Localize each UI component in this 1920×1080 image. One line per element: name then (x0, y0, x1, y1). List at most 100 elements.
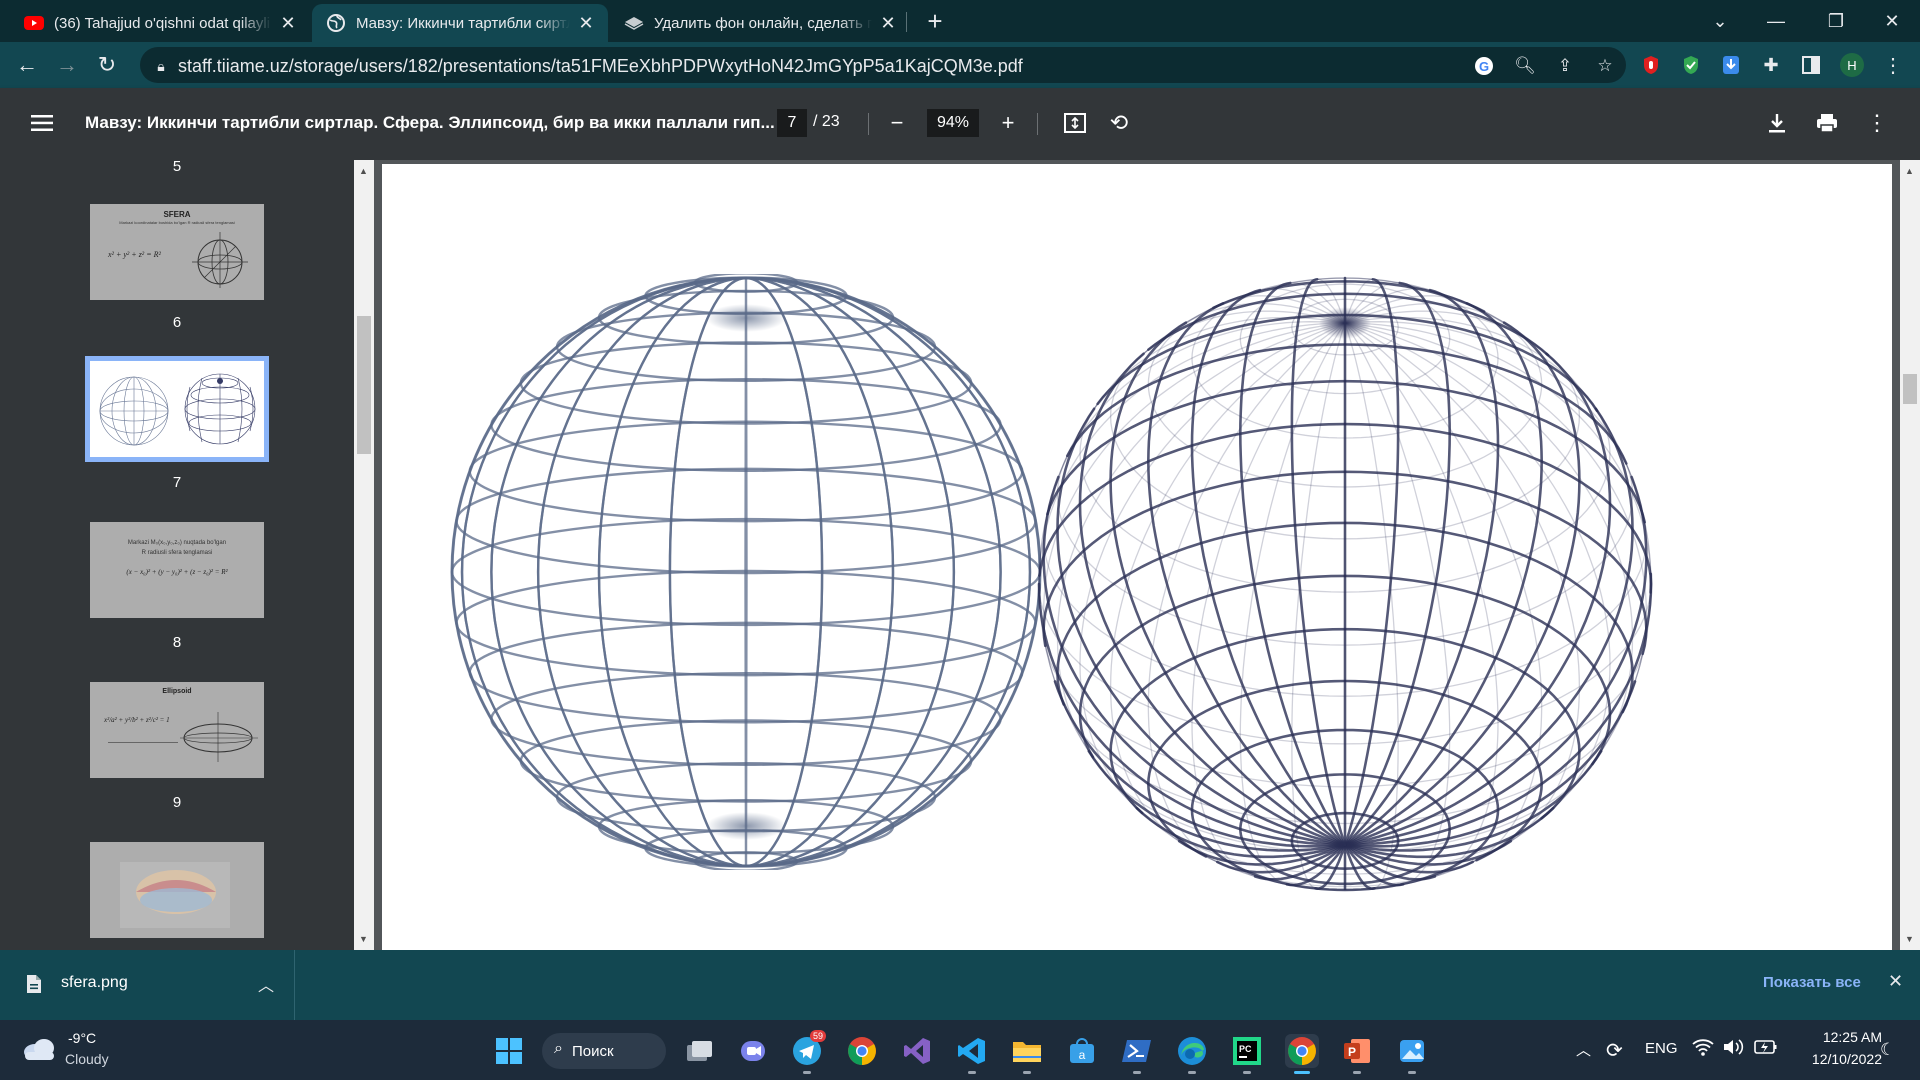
visual-studio-icon[interactable] (900, 1034, 934, 1068)
tab-pdf[interactable]: Мавзу: Иккинчи тартибли сиртла ✕ (312, 4, 608, 42)
close-tab-icon[interactable]: ✕ (280, 13, 296, 34)
close-shelf-icon[interactable]: ✕ (1888, 971, 1903, 992)
scroll-down-arrow-icon[interactable]: ▼ (359, 934, 368, 944)
pdf-viewport[interactable]: ▲ ▼ (374, 160, 1920, 950)
thumbnail-formula: (x − x₀)² + (y − y₀)² + (z − z₀)² = R² (126, 568, 228, 576)
download-extension-icon[interactable] (1720, 54, 1742, 76)
sync-icon[interactable]: ⟳ (1606, 1038, 1623, 1063)
store-icon[interactable]: a (1065, 1034, 1099, 1068)
tab-strip: (36) Tahajjud o'qishni odat qilayli ✕ Ма… (0, 0, 1920, 42)
browser-menu-icon[interactable]: ⋮ (1882, 54, 1904, 77)
thumbnail-page-10[interactable] (90, 842, 264, 938)
zoom-level-input[interactable]: 94% (927, 109, 979, 137)
thumbnail-label: 6 (172, 314, 182, 331)
input-language[interactable]: ENG (1645, 1040, 1678, 1057)
windows-start-icon[interactable] (492, 1034, 526, 1068)
page-total: / 23 (813, 113, 840, 130)
running-indicator (1408, 1071, 1416, 1074)
extensions-puzzle-icon[interactable]: ✚ (1760, 54, 1782, 76)
battery-icon[interactable] (1754, 1039, 1778, 1060)
wifi-icon[interactable] (1692, 1038, 1714, 1061)
cloud-weather-icon[interactable] (22, 1036, 56, 1067)
thumbnail-text: R radiusli sfera tenglamasi (141, 550, 213, 556)
sidebar-scrollbar[interactable]: ▲ ▼ (354, 160, 374, 950)
tab-remove-bg[interactable]: Удалить фон онлайн, сделать пр ✕ (610, 4, 910, 42)
telegram-icon[interactable]: 59 (790, 1030, 827, 1074)
pdf-more-menu-icon[interactable]: ⋮ (1862, 108, 1892, 138)
clock-date[interactable]: 12/10/2022 (1782, 1051, 1882, 1067)
teams-chat-icon[interactable] (736, 1034, 770, 1068)
globe-icon (326, 13, 346, 33)
page-scrollbar[interactable]: ▲ ▼ (1900, 160, 1920, 950)
download-icon[interactable] (1762, 108, 1792, 138)
chevron-up-icon[interactable]: ︿ (1576, 1039, 1591, 1060)
vscode-icon[interactable] (955, 1034, 989, 1074)
volume-icon[interactable] (1722, 1037, 1744, 1062)
photos-icon[interactable] (1395, 1034, 1429, 1074)
thumbnail-formula: x²/a² + y²/b² + z²/c² = 1 (104, 716, 170, 724)
page-number-input[interactable]: 7 (777, 109, 807, 137)
url-text: staff.tiiame.uz/storage/users/182/presen… (178, 56, 1023, 76)
close-tab-icon[interactable]: ✕ (880, 13, 896, 34)
active-indicator (1294, 1071, 1310, 1074)
chrome-active-icon[interactable] (1285, 1034, 1319, 1074)
lock-icon[interactable]: 🔒︎ (150, 55, 172, 77)
zoom-in-button[interactable]: + (993, 108, 1023, 138)
chrome-icon[interactable] (845, 1034, 879, 1068)
running-indicator (1243, 1071, 1251, 1074)
scroll-down-arrow-icon[interactable]: ▼ (1905, 934, 1914, 944)
thumbnail-page-7-selected[interactable] (85, 356, 269, 462)
restore-button[interactable]: ❐ (1806, 0, 1866, 42)
close-tab-icon[interactable]: ✕ (578, 13, 594, 34)
chevron-up-icon[interactable]: ︿ (258, 972, 274, 996)
edge-icon[interactable] (1175, 1034, 1209, 1074)
tab-search-chevron-icon[interactable]: ⌄ (1690, 0, 1750, 42)
print-icon[interactable] (1812, 108, 1842, 138)
new-tab-button[interactable]: + (905, 0, 965, 42)
scrollbar-thumb[interactable] (357, 316, 371, 454)
address-bar[interactable]: 🔒︎ staff.tiiame.uz/storage/users/182/pre… (140, 47, 1626, 83)
search-icon: ⌕ (554, 1040, 563, 1057)
thumbnail-text: Markazi M₀(x₀,y₀,z₀) nuqtada bo'lgan (127, 540, 227, 546)
fit-page-icon[interactable] (1060, 108, 1090, 138)
notification-moon-icon[interactable]: ☾ (1880, 1040, 1895, 1060)
thumbnail-page-9[interactable]: Ellipsoid x²/a² + y²/b² + z²/c² = 1 (90, 682, 264, 778)
scrollbar-thumb[interactable] (1903, 374, 1917, 404)
show-all-downloads-link[interactable]: Показать все (1763, 974, 1861, 991)
thumbnail-sidebar: 5 SFERA Markazi koordinatalar boshida bo… (0, 158, 354, 950)
bookmark-star-icon[interactable]: ☆ (1594, 55, 1616, 77)
forward-button[interactable]: → (52, 50, 82, 80)
adblock-extension-icon[interactable] (1640, 54, 1662, 76)
thumbnail-label: 5 (172, 158, 182, 175)
reload-button[interactable]: ↻ (92, 50, 122, 80)
thumbnail-formula: x² + y² + z² = R² (108, 250, 161, 259)
download-filename[interactable]: sfera.png (61, 974, 128, 992)
minimize-button[interactable]: — (1746, 0, 1806, 42)
sidebar-menu-icon[interactable] (27, 108, 57, 138)
scroll-up-arrow-icon[interactable]: ▲ (359, 166, 368, 176)
pycharm-icon[interactable]: PC (1230, 1034, 1264, 1074)
task-view-icon[interactable] (682, 1034, 716, 1068)
thumbnail-page-6[interactable]: SFERA Markazi koordinatalar boshida bo'l… (90, 204, 264, 300)
back-button[interactable]: ← (12, 50, 42, 80)
share-icon[interactable]: ⇪ (1554, 55, 1576, 77)
thumbnail-page-8[interactable]: Markazi M₀(x₀,y₀,z₀) nuqtada bo'lgan R r… (90, 522, 264, 618)
wireframe-sphere-left (450, 274, 1042, 870)
zoom-out-button[interactable]: − (882, 108, 912, 138)
profile-avatar[interactable]: H (1840, 53, 1864, 77)
shield-extension-icon[interactable] (1680, 54, 1702, 76)
zoom-icon[interactable]: 🔍︎ (1514, 55, 1536, 77)
tab-youtube[interactable]: (36) Tahajjud o'qishni odat qilayli ✕ (10, 4, 310, 42)
google-lens-icon[interactable]: G (1473, 55, 1495, 77)
side-panel-icon[interactable] (1800, 54, 1822, 76)
powershell-icon[interactable] (1120, 1034, 1154, 1074)
clock-time[interactable]: 12:25 AM (1782, 1029, 1882, 1045)
tab-title: Мавзу: Иккинчи тартибли сиртла (356, 14, 570, 32)
taskbar-search-box[interactable]: ⌕ Поиск (542, 1033, 666, 1069)
scroll-up-arrow-icon[interactable]: ▲ (1905, 166, 1914, 176)
close-window-button[interactable]: ✕ (1862, 0, 1920, 42)
running-indicator (968, 1071, 976, 1074)
powerpoint-icon[interactable]: P (1340, 1034, 1374, 1074)
file-explorer-icon[interactable] (1010, 1034, 1044, 1074)
rotate-icon[interactable]: ⟲ (1104, 108, 1134, 138)
